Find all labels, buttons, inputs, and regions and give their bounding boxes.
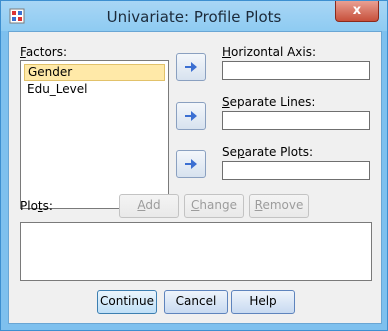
factors-label: Factors: <box>20 45 67 59</box>
arrow-right-icon <box>185 111 197 121</box>
factors-list[interactable]: Gender Edu_Level <box>20 60 169 209</box>
close-button[interactable]: x <box>335 1 379 22</box>
horizontal-axis-label-text: orizontal Axis: <box>231 45 317 59</box>
separate-plots-label-mnemonic: p <box>237 145 245 159</box>
title-bar[interactable]: Univariate: Profile Plots x <box>1 1 387 31</box>
window-title: Univariate: Profile Plots <box>106 8 282 26</box>
plots-label-text: s: <box>42 199 53 213</box>
plots-list[interactable] <box>20 222 372 281</box>
move-to-separate-lines-button[interactable] <box>176 102 206 130</box>
dialog-window: Univariate: Profile Plots x Factors: Gen… <box>0 0 388 331</box>
help-button[interactable]: Help <box>231 290 295 314</box>
factors-item-edu-level[interactable]: Edu_Level <box>24 82 163 97</box>
change-button-label: hange <box>199 198 237 212</box>
separate-lines-field[interactable] <box>222 111 370 130</box>
close-icon: x <box>352 3 362 18</box>
plots-label-prefix: Plo <box>20 199 38 213</box>
move-to-horizontal-axis-button[interactable] <box>176 53 206 81</box>
separate-plots-field[interactable] <box>222 161 370 180</box>
add-button-label: dd <box>145 198 161 212</box>
horizontal-axis-field[interactable] <box>222 61 370 80</box>
separate-plots-label: Separate Plots: <box>222 145 313 159</box>
move-to-separate-plots-button[interactable] <box>176 150 206 178</box>
plots-label: Plots: <box>20 199 53 213</box>
change-button[interactable]: Change <box>184 194 244 218</box>
horizontal-axis-label-mnemonic: H <box>222 45 232 59</box>
arrow-right-icon <box>185 159 197 169</box>
continue-button[interactable]: Continue <box>97 290 157 314</box>
separate-lines-label-text: eparate Lines: <box>229 95 316 109</box>
separate-plots-label-prefix: Se <box>222 145 237 159</box>
arrow-right-icon <box>185 62 197 72</box>
separate-plots-label-text: arate Plots: <box>244 145 314 159</box>
cancel-button[interactable]: Cancel <box>164 290 228 314</box>
separate-lines-label-mnemonic: S <box>222 95 230 109</box>
factors-item-gender[interactable]: Gender <box>24 64 165 81</box>
dialog-body: Factors: Gender Edu_Level Horizontal Axi… <box>8 31 382 324</box>
add-button[interactable]: Add <box>119 194 179 218</box>
remove-button-label: emove <box>262 198 304 212</box>
factors-label-text: actors: <box>25 45 68 59</box>
remove-button[interactable]: Remove <box>249 194 309 218</box>
separate-lines-label: Separate Lines: <box>222 95 315 109</box>
horizontal-axis-label: Horizontal Axis: <box>222 45 316 59</box>
